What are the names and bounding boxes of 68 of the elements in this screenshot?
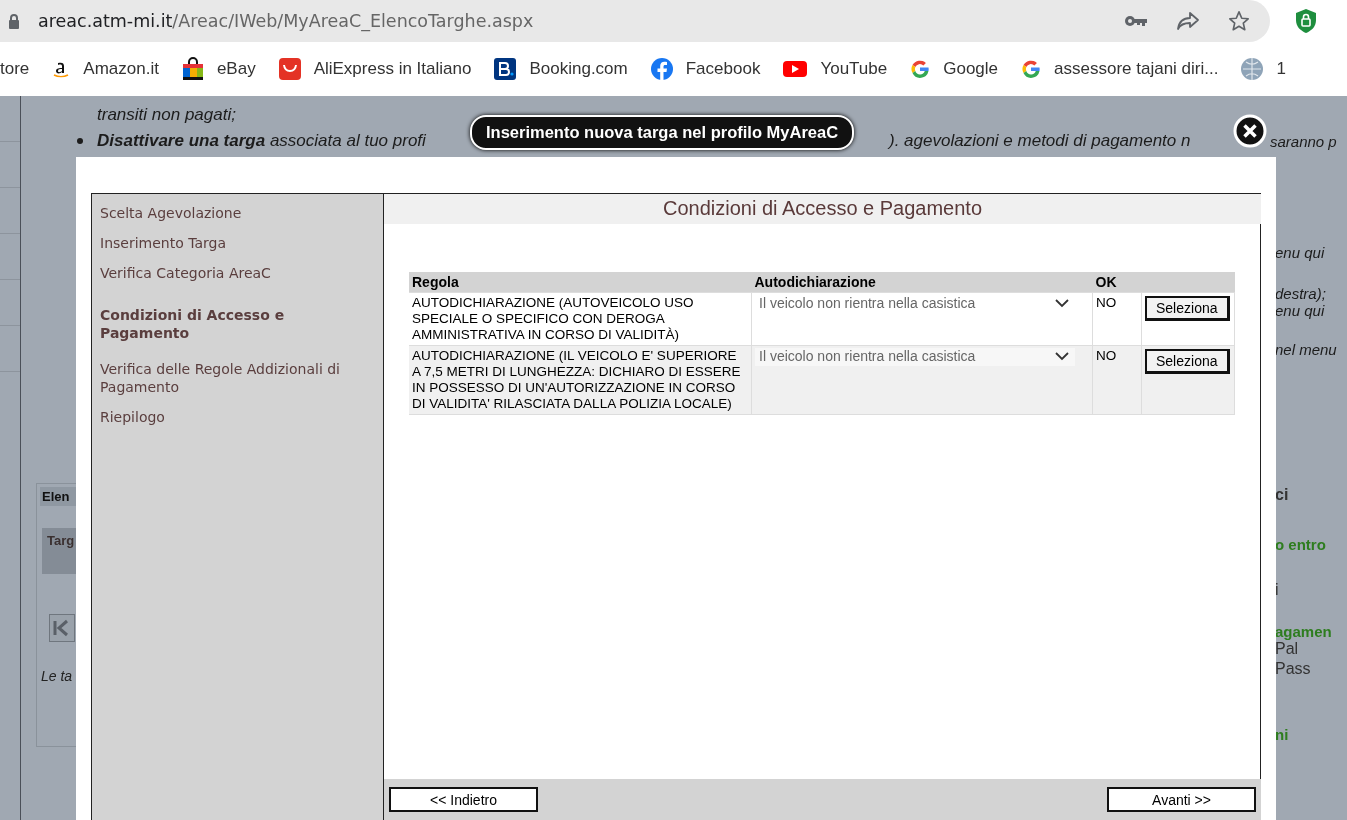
- panel-title: Elen: [40, 487, 77, 506]
- bullet-text: ). agevolazioni e metodi di pagamento n: [889, 131, 1192, 151]
- page-text: enu qui: [1275, 244, 1325, 261]
- share-arrow-icon[interactable]: [1176, 11, 1200, 31]
- step-link[interactable]: Condizioni di Accesso e Pagamento: [100, 306, 375, 342]
- select-button[interactable]: Seleziona: [1145, 296, 1230, 321]
- column-header: Targ: [42, 528, 77, 574]
- key-icon[interactable]: [1124, 14, 1148, 28]
- dropdown[interactable]: Il veicolo non rientra nella casistica: [755, 348, 1075, 366]
- bookmark-link[interactable]: Booking.com: [493, 57, 628, 81]
- shield-lock-icon[interactable]: [1295, 8, 1317, 34]
- bullet-text: transiti non pagati;: [97, 105, 236, 125]
- page-text: nel menu: [1275, 341, 1337, 358]
- close-icon[interactable]: [1233, 114, 1267, 148]
- dialog-title: Inserimento nuova targa nel profilo MyAreaC: [470, 115, 855, 150]
- bookmark-link[interactable]: tore: [0, 59, 30, 79]
- chevron-down-icon: [1055, 298, 1069, 308]
- bullet-text: saranno p: [1270, 132, 1337, 150]
- column-header: Autodichiarazione: [751, 272, 1093, 293]
- page-text: ni: [1275, 726, 1289, 743]
- bookmark-link[interactable]: AliExpress in Italiano: [277, 57, 472, 81]
- page-text: o entro: [1275, 536, 1326, 553]
- note-text: Le ta: [41, 668, 74, 684]
- bookmark-link[interactable]: Amazon.it: [51, 59, 159, 79]
- section-heading: Condizioni di Accesso e Pagamento: [384, 194, 1261, 224]
- bullet-dot: [77, 138, 83, 144]
- bookmark-link[interactable]: Google: [909, 58, 999, 80]
- letter-g-icon: [1020, 58, 1043, 80]
- step-link[interactable]: Verifica delle Regole Addizionali di Pagamento: [100, 360, 375, 396]
- play-button-icon: [782, 59, 809, 79]
- page-text: agamen: [1275, 623, 1332, 640]
- step-link[interactable]: Inserimento Targa: [100, 234, 375, 252]
- lock-icon: [8, 13, 20, 29]
- first-page-icon[interactable]: [49, 614, 75, 642]
- select-button[interactable]: Seleziona: [1145, 349, 1230, 374]
- globe-icon: [1240, 57, 1265, 81]
- next-button[interactable]: Avanti >>: [1107, 787, 1256, 812]
- star-icon[interactable]: [1228, 10, 1250, 32]
- bookmark-link[interactable]: 1: [1240, 57, 1286, 81]
- letter-g-icon: [909, 58, 932, 80]
- table-cell: NO: [1092, 292, 1142, 346]
- column-header: OK: [1092, 272, 1142, 293]
- step-link[interactable]: Verifica Categoria AreaC: [100, 264, 375, 282]
- table-cell: AUTODICHIARAZIONE (IL VEICOLO E' SUPERIORE A 7,5 METRI DI LUNGHEZZA: DICHIARO DI ESSERE IN POSSESSO DI UN'AUTORIZZAZIONE IN CORSO DI VALIDITA' RILASCIATA DALLA POLIZIA LOCALE): [409, 345, 752, 415]
- page-text: enu qui: [1275, 302, 1325, 319]
- url-text: areac.atm-mi.it/Areac/IWeb/MyAreaC_ElencoTarghe.aspx: [38, 11, 534, 31]
- step-link[interactable]: Scelta Agevolazione: [100, 204, 375, 222]
- bookmark-link[interactable]: assessore tajani diri...: [1020, 58, 1219, 80]
- table-cell: NO: [1092, 345, 1142, 415]
- page-text: Pass: [1275, 660, 1311, 678]
- column-header: Regola: [409, 272, 752, 293]
- letter-b-icon: [493, 57, 518, 81]
- smile-bag-icon: [277, 57, 302, 81]
- bookmark-link[interactable]: Facebook: [649, 57, 761, 81]
- chevron-down-icon: [1055, 351, 1069, 361]
- back-button[interactable]: << Indietro: [389, 787, 538, 812]
- bookmark-link[interactable]: YouTube: [782, 59, 888, 79]
- table-cell: AUTODICHIARAZIONE (AUTOVEICOLO USO SPECIALE O SPECIFICO CON DEROGA AMMINISTRATIVA IN CORSO DI VALIDITÀ): [409, 292, 752, 346]
- letter-f-circle-icon: [649, 57, 674, 81]
- page-text: Pal: [1275, 640, 1299, 658]
- bookmark-link[interactable]: eBay: [180, 57, 256, 81]
- page-text: destra);: [1275, 285, 1326, 302]
- bullet-text: Disattivare una targa associata al tuo profi: [97, 131, 427, 151]
- step-link[interactable]: Riepilogo: [100, 408, 375, 426]
- address-bar[interactable]: areac.atm-mi.it/Areac/IWeb/MyAreaC_ElencoTarghe.aspx: [0, 0, 1270, 42]
- page-text: ci: [1275, 486, 1289, 504]
- shopping-bag-icon: [180, 57, 205, 81]
- page-text: i: [1275, 581, 1279, 599]
